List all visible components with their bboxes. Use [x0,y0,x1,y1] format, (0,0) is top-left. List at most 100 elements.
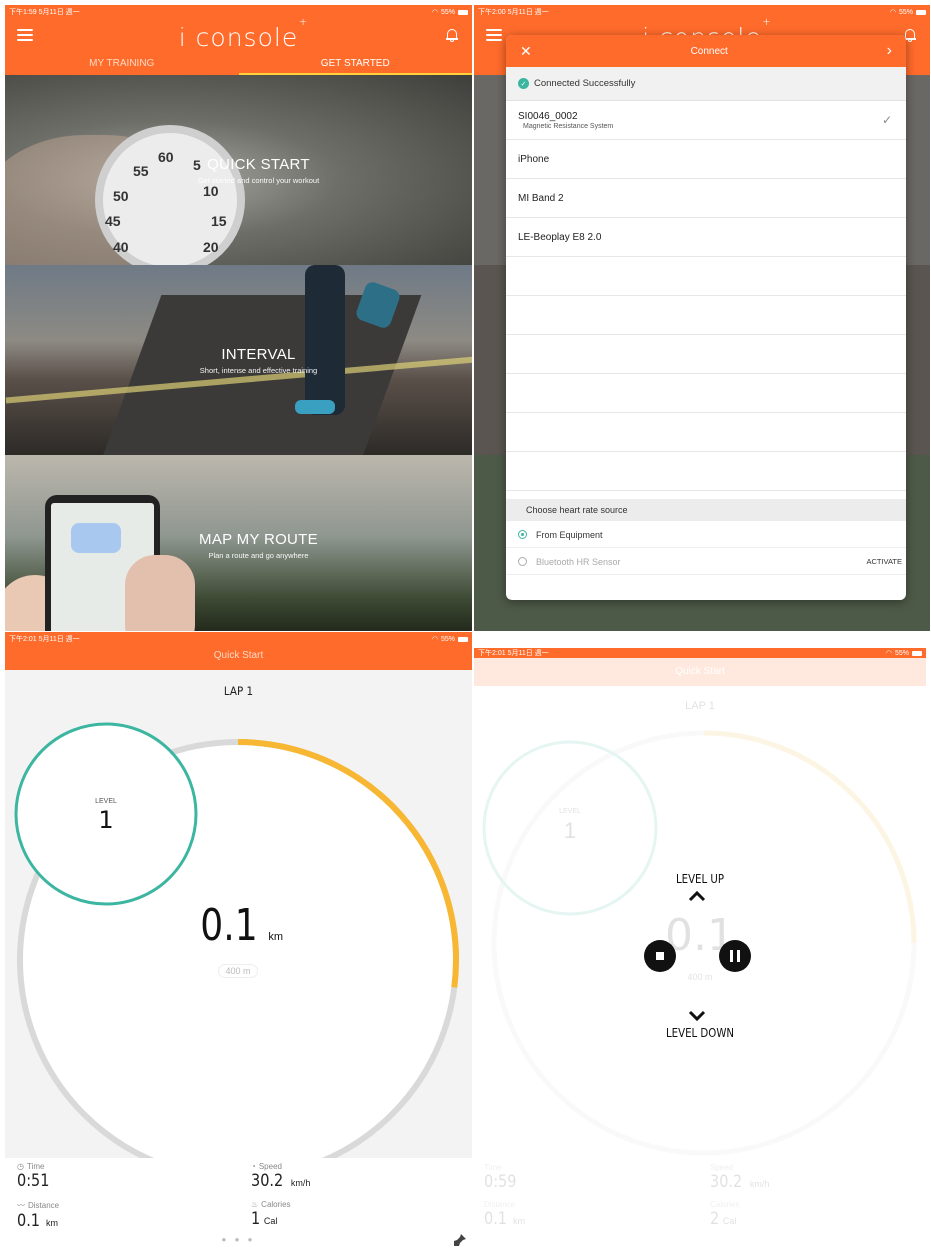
level-down-label: LEVEL DOWN [665,1026,735,1040]
status-bar: 下午1:59 5月11日 週一 ◠ 55% [5,5,472,19]
app-bar: i console+ [5,17,472,55]
wifi-icon: ◠ [431,9,438,16]
tab-bar: MY TRAINING GET STARTED [5,55,472,75]
empty-row [506,374,906,413]
lap-label: LAP 1 [685,700,715,712]
check-circle-icon: ✓ [518,78,529,89]
radio-selected-icon[interactable] [518,530,527,539]
pause-icon [730,950,733,962]
battery-percent: 55% [440,8,455,16]
screen-title: Quick Start [213,650,264,661]
page-indicator[interactable]: ● ● ● [5,1235,472,1244]
stat-calories: Calories 2 Cal [710,1200,740,1229]
connection-status-text: Connected Successfully [534,78,636,89]
battery-icon [458,636,468,642]
route-icon: 〰 [17,1201,25,1210]
device-name: MI Band 2 [518,192,564,204]
empty-row [506,257,906,296]
map-my-route-tile[interactable]: MAP MY ROUTE Plan a route and go anywher… [5,455,472,631]
hr-option-equipment[interactable]: From Equipment [506,522,906,548]
distance-unit: km [268,931,284,943]
notification-bell-icon[interactable] [446,29,458,43]
level-label: LEVEL [95,798,117,805]
radio-unselected-icon[interactable] [518,557,527,566]
clock-icon: ◷ [17,1162,24,1171]
connect-modal: ✕ Connect › ✓ Connected Successfully SI0… [506,35,906,600]
level-value: 1 [563,818,577,843]
device-row[interactable]: iPhone [506,140,906,179]
close-icon[interactable]: ✕ [520,43,532,60]
device-row[interactable]: LE-Beoplay E8 2.0 [506,218,906,257]
tile-title: QUICK START [207,155,310,173]
stat-speed: Speed 30.2 km/h [710,1163,770,1192]
hr-option-bluetooth[interactable]: Bluetooth HR Sensor ACTIVATE [506,549,906,575]
stat-distance: Distance 0.1 km [484,1200,526,1229]
connection-status: ✓ Connected Successfully [506,67,906,101]
status-time: 下午2:01 5月11日 週一 [9,636,80,643]
stopwatch-image: 55 60 5 50 10 45 15 40 20 [95,125,245,275]
menu-icon[interactable] [17,29,33,41]
modal-title: Connect [690,45,728,57]
battery-percent: 55% [898,8,913,16]
device-name: LE-Beoplay E8 2.0 [518,231,602,243]
stop-button[interactable] [644,940,676,972]
device-row[interactable]: MI Band 2 [506,179,906,218]
hr-option-label: From Equipment [536,529,603,540]
menu-icon[interactable] [486,29,502,41]
status-time: 下午2:00 5月11日 週一 [478,9,549,16]
stat-distance: 〰 Distance 0.1 km [17,1201,60,1231]
empty-row [506,296,906,335]
status-time: 下午1:59 5月11日 週一 [9,9,80,16]
tile-subtitle: Get started and control your workout [197,175,320,185]
stat-value: 0.1 [17,1211,40,1231]
status-bar: 下午2:00 5月11日 週一 ◠ 55% [474,5,930,19]
stat-value: 1 [251,1209,261,1229]
stat-speed: ◔ Speed 30.2 km/h [251,1162,311,1191]
device-row[interactable]: SI0046_0002 Magnetic Resistance System ✓ [506,101,906,140]
device-type: Magnetic Resistance System [523,122,614,130]
device-name: iPhone [518,153,550,165]
quick-start-screen: 下午2:01 5月11日 週一 ◠ 55% Quick Start LAP 1 L… [5,632,472,1250]
level-label: LEVEL [559,808,581,815]
empty-row [506,335,906,374]
level-value: 1 [98,806,114,834]
stat-time: Time 0:59 [484,1163,517,1192]
flame-icon: ♨ [251,1200,259,1209]
workout-control-screen: 下午2:01 5月11日 週一 ◠ 55% Quick Start LAP 1 L… [474,648,926,1250]
chevron-right-icon[interactable]: › [887,42,892,60]
tile-subtitle: Short, intense and effective training [199,365,318,375]
stat-value: 30.2 [251,1171,284,1191]
stop-icon [656,952,664,960]
level-up-label: LEVEL UP [675,872,725,886]
lap-length-badge: 400 m [687,972,713,982]
tab-my-training[interactable]: MY TRAINING [5,55,239,75]
status-bar: 下午2:01 5月11日 週一 ◠ 55% [5,632,472,646]
tab-get-started[interactable]: GET STARTED [238,55,472,75]
battery-icon [458,9,468,15]
pause-button[interactable] [719,940,751,972]
lap-label: LAP 1 [223,684,254,698]
distance-readout: 0.1 km [5,900,472,951]
tile-title: INTERVAL [221,345,296,363]
faded-workout-display: LAP 1 LEVEL 1 0.1 400 m Time 0:59 Speed 30… [474,648,926,1250]
chevron-down-icon[interactable] [688,1010,706,1022]
pin-icon[interactable] [454,1234,466,1246]
workout-display: LAP 1 LEVEL 1 0.1 km 400 m [5,670,472,1158]
quick-start-tile[interactable]: 55 60 5 50 10 45 15 40 20 QUICK START Ge… [5,75,472,305]
home-screen: 下午1:59 5月11日 週一 ◠ 55% i console + MY TRAIN… [5,5,472,631]
activate-button[interactable]: ACTIVATE [866,557,902,566]
runner-image [305,265,345,415]
hr-option-label: Bluetooth HR Sensor [536,556,621,567]
battery-icon [916,9,926,15]
wifi-icon: ◠ [431,636,438,643]
stat-calories: ♨ Calories 1 Cal [251,1200,291,1229]
chevron-up-icon[interactable] [688,890,706,902]
connect-screen: 下午2:00 5月11日 週一 ◠55% i console+ ✕ Connec… [474,5,930,631]
hand-image [125,555,195,631]
screen-header: 下午2:01 5月11日 週一 ◠ 55% Quick Start [5,632,472,670]
interval-tile[interactable]: INTERVAL Short, intense and effective tr… [5,265,472,495]
empty-row [506,452,906,491]
distance-value: 0.1 [200,900,258,951]
tile-title: MAP MY ROUTE [199,530,318,548]
distance-value: 0.1 [665,910,735,961]
